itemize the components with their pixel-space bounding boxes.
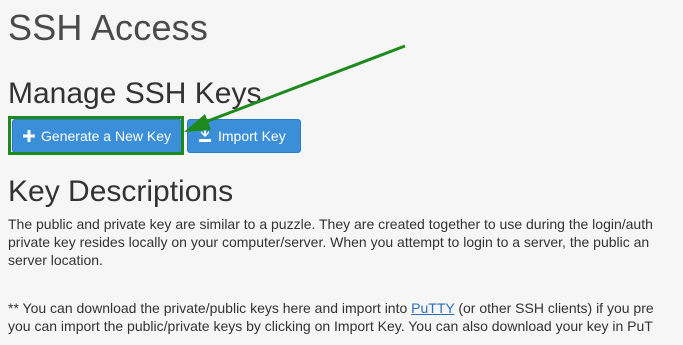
key-description-paragraph: The public and private key are similar t…	[8, 215, 653, 269]
download-note-line-2: you can import the public/private keys b…	[8, 318, 653, 334]
import-key-icon	[198, 129, 212, 143]
import-key-button[interactable]: Import Key	[187, 119, 301, 153]
import-key-label: Import Key	[218, 128, 286, 144]
key-descriptions-heading: Key Descriptions	[8, 175, 234, 208]
plus-icon	[23, 129, 36, 143]
generate-new-key-label: Generate a New Key	[41, 128, 171, 144]
generate-new-key-button[interactable]: Generate a New Key	[12, 119, 182, 153]
putty-link[interactable]: PuTTY	[411, 300, 454, 316]
download-note-line-1: ** You can download the private/public k…	[8, 299, 654, 317]
page-title: SSH Access	[8, 7, 209, 48]
download-note-paragraph: ** You can download the private/public k…	[8, 299, 654, 335]
description-line-2: private key resides locally on your comp…	[8, 234, 650, 250]
manage-ssh-keys-heading: Manage SSH Keys	[8, 77, 262, 110]
download-note-text-before-link: ** You can download the private/public k…	[8, 300, 412, 316]
description-line-3: server location.	[8, 252, 103, 268]
download-note-text-after-link: (or other SSH clients) if you pre	[454, 300, 654, 316]
description-line-1: The public and private key are similar t…	[8, 216, 653, 232]
